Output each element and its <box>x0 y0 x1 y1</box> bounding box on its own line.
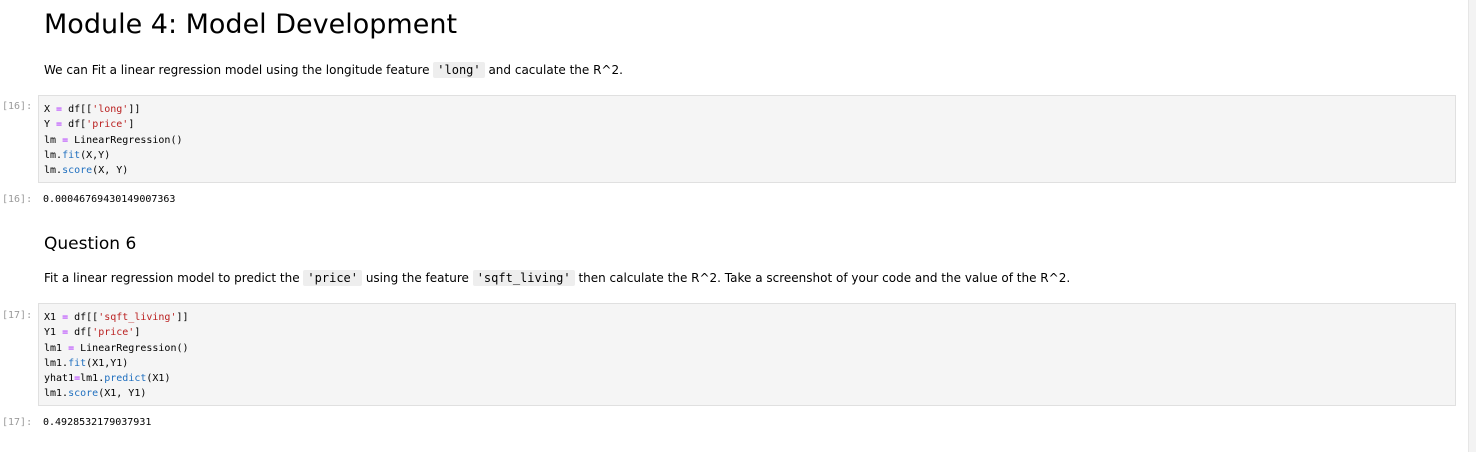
output-prompt: [16]: <box>2 194 33 205</box>
inline-code-long: 'long' <box>433 62 485 78</box>
code-token: ] <box>134 327 141 339</box>
vertical-scrollbar[interactable] <box>1468 0 1476 452</box>
string-token: 'long' <box>92 104 129 115</box>
code-line: lm1.fit(X1,Y1) <box>44 356 1455 371</box>
code-token: (X1) <box>146 373 171 385</box>
code-token: lm. <box>44 149 63 161</box>
code-line: yhat1=lm1.predict(X1) <box>44 371 1455 386</box>
page-title: Module 4: Model Development <box>44 9 458 40</box>
code-token: (X, Y) <box>92 165 129 177</box>
code-token: ]] <box>176 312 189 323</box>
method-token: predict <box>104 373 147 385</box>
code-line: X1 = df[['sqft_living']] <box>44 310 1455 325</box>
code-token: Y <box>44 119 57 131</box>
question-text-part: Fit a linear regression model to predict… <box>44 271 304 285</box>
code-line: lm = LinearRegression() <box>44 133 1455 148</box>
question-text-part: then calculate the R^2. Take a screensho… <box>574 271 1071 285</box>
code-token: lm1. <box>80 373 105 385</box>
code-line: Y1 = df['price'] <box>44 325 1455 340</box>
code-cell[interactable]: X = df[['long']] Y = df['price'] lm = Line… <box>38 95 1456 183</box>
code-token: (X1,Y1) <box>86 357 129 369</box>
code-token: X <box>44 104 57 115</box>
code-token: yhat1 <box>44 373 75 385</box>
code-token: (X1, Y1) <box>98 388 147 400</box>
code-token: Y1 <box>44 327 63 339</box>
code-token: ]] <box>128 104 141 115</box>
input-prompt: [17]: <box>2 310 33 321</box>
string-token: 'sqft_living' <box>98 312 177 323</box>
code-token: lm1. <box>44 357 69 369</box>
code-line: lm1.score(X1, Y1) <box>44 386 1455 401</box>
code-cell[interactable]: X1 = df[['sqft_living']] Y1 = df['price']… <box>38 303 1456 406</box>
intro-text: We can Fit a linear regression model usi… <box>44 60 623 80</box>
code-editor[interactable]: X = df[['long']] Y = df['price'] lm = Line… <box>44 102 1455 178</box>
code-token: (X,Y) <box>80 149 111 161</box>
intro-text-part: We can Fit a linear regression model usi… <box>44 63 434 77</box>
inline-code-price: 'price' <box>303 270 362 286</box>
string-token: 'price' <box>86 119 129 131</box>
question-heading: Question 6 <box>44 234 137 254</box>
code-token: lm1 <box>44 342 69 354</box>
output-prompt: [17]: <box>2 417 33 428</box>
question-text: Fit a linear regression model to predict… <box>44 268 1070 288</box>
code-line: lm1 = LinearRegression() <box>44 341 1455 356</box>
input-prompt: [16]: <box>2 101 33 112</box>
code-token: ] <box>128 119 135 131</box>
inline-code-sqft-living: 'sqft_living' <box>472 270 575 286</box>
string-token: 'price' <box>92 327 135 339</box>
code-token: LinearRegression() <box>68 134 183 146</box>
code-token: df[[ <box>62 104 93 115</box>
cell-output: 0.4928532179037931 <box>43 417 152 428</box>
question-text-part: using the feature <box>362 271 473 285</box>
code-token: df[ <box>68 327 93 339</box>
method-token: score <box>68 388 99 400</box>
code-line: lm.score(X, Y) <box>44 163 1455 178</box>
cell-output: 0.00046769430149007363 <box>43 194 176 205</box>
code-token: lm. <box>44 165 63 177</box>
method-token: score <box>62 165 93 177</box>
code-line: Y = df['price'] <box>44 117 1455 132</box>
code-token: lm <box>44 134 63 146</box>
code-token: LinearRegression() <box>74 342 189 354</box>
code-line: X = df[['long']] <box>44 102 1455 117</box>
code-line: lm.fit(X,Y) <box>44 148 1455 163</box>
method-token: fit <box>62 149 81 161</box>
intro-text-part: and caculate the R^2. <box>484 63 623 77</box>
code-token: lm1. <box>44 388 69 400</box>
code-token: df[ <box>62 119 87 131</box>
code-token: X1 <box>44 312 63 323</box>
code-token: df[[ <box>68 312 99 323</box>
method-token: fit <box>68 357 87 369</box>
code-editor[interactable]: X1 = df[['sqft_living']] Y1 = df['price']… <box>44 310 1455 402</box>
